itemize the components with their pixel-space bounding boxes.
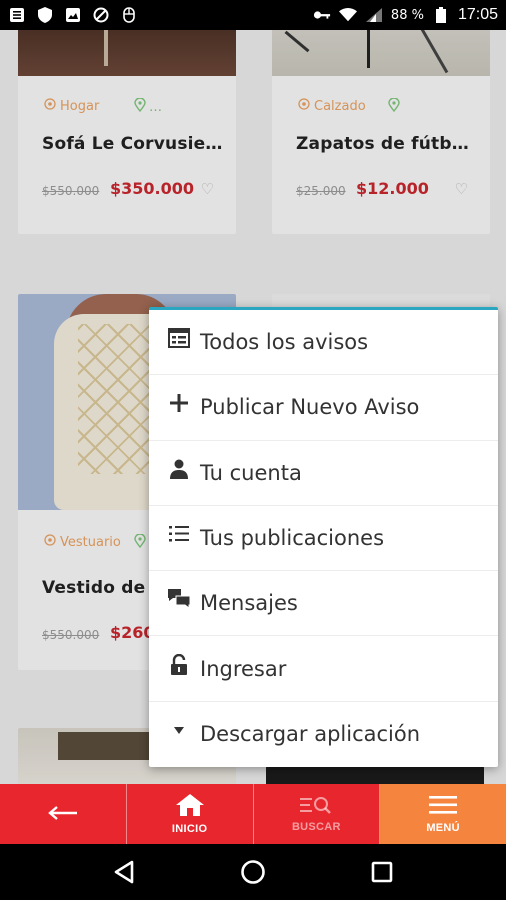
system-home-icon[interactable]: [238, 857, 268, 887]
menu-item-mensajes[interactable]: Mensajes: [149, 571, 498, 637]
status-bar: 88 % 17:05: [0, 0, 506, 30]
menu-item-label: Todos los avisos: [200, 330, 369, 355]
popup-menu: Todos los avisos Publicar Nuevo Aviso Tu…: [149, 307, 498, 767]
inicio-label: INICIO: [171, 823, 208, 835]
unlock-icon: [167, 653, 191, 677]
buscar-button[interactable]: BUSCAR: [254, 784, 381, 844]
menu-item-tu-cuenta[interactable]: Tu cuenta: [149, 441, 498, 506]
clock: 17:05: [457, 6, 498, 23]
menu-button[interactable]: MENÚ: [380, 784, 506, 844]
menu-item-publicar-nuevo-aviso[interactable]: Publicar Nuevo Aviso: [149, 375, 498, 441]
caret-down-icon: [167, 718, 191, 742]
arrow-left-icon: [48, 805, 78, 823]
menu-item-todos-los-avisos[interactable]: Todos los avisos: [149, 310, 498, 376]
hamburger-icon: [428, 794, 458, 819]
plus-icon: [167, 391, 191, 415]
key-icon: [313, 7, 331, 23]
image-icon: [64, 7, 82, 23]
buscar-label: BUSCAR: [291, 821, 341, 833]
system-back-icon[interactable]: [109, 857, 139, 887]
wifi-icon: [338, 7, 357, 23]
mouse-icon: [120, 7, 138, 23]
menu-item-label: Descargar aplicación: [200, 722, 421, 747]
menu-item-ingresar[interactable]: Ingresar: [149, 636, 498, 702]
menu-item-tus-publicaciones[interactable]: Tus publicaciones: [149, 506, 498, 572]
search-icon: [299, 795, 333, 818]
bottom-nav: INICIO BUSCAR MENÚ: [0, 784, 506, 844]
menu-item-descargar-aplicacion[interactable]: Descargar aplicación: [149, 702, 498, 767]
system-recents-icon[interactable]: [367, 857, 397, 887]
signal-icon: [365, 7, 383, 23]
back-button[interactable]: [0, 784, 127, 844]
menu-item-label: Tu cuenta: [200, 460, 302, 485]
battery-percent: 88 %: [390, 7, 424, 23]
user-icon: [167, 457, 191, 481]
menu-item-label: Publicar Nuevo Aviso: [200, 395, 420, 420]
list-grid-icon: [167, 326, 191, 350]
inicio-button[interactable]: INICIO: [127, 784, 254, 844]
notes-icon: [8, 7, 26, 23]
battery-icon: [432, 7, 450, 23]
menu-label: MENÚ: [426, 822, 460, 834]
shield-icon: [36, 7, 54, 23]
menu-item-label: Ingresar: [200, 656, 287, 681]
chat-icon: [167, 587, 191, 611]
menu-item-label: Tus publicaciones: [200, 526, 385, 551]
system-nav-bar: [0, 844, 506, 900]
home-icon: [175, 793, 205, 820]
blocked-icon: [92, 7, 110, 23]
menu-item-label: Mensajes: [200, 591, 298, 616]
list-icon: [167, 522, 191, 546]
